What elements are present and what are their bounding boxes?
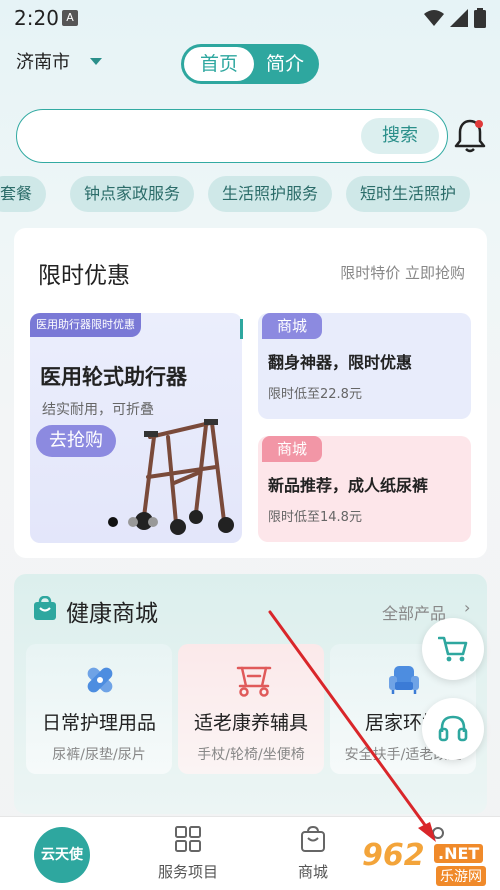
promo-card-price: 限时低至22.8元 — [268, 387, 362, 402]
buy-now-button[interactable]: 去抢购 — [36, 425, 116, 457]
chip-package[interactable]: 套餐 — [0, 176, 47, 212]
promo-card-title: 新品推荐，成人纸尿裤 — [268, 476, 429, 495]
service-chips: 套餐 钟点家政服务 生活照护服务 短时生活照护 — [0, 176, 500, 212]
tab-services[interactable]: 服务项目 — [150, 825, 226, 882]
city-selector[interactable]: 济南市 — [16, 48, 70, 74]
tab-label: 服务项目 — [157, 863, 218, 881]
bandage-icon — [87, 667, 113, 693]
status-icons — [424, 8, 486, 28]
tab-intro[interactable]: 简介 — [254, 47, 316, 81]
watermark-logo: 962 — [362, 838, 425, 873]
category-title: 适老康养辅具 — [193, 712, 308, 734]
search-input[interactable]: 搜索 — [16, 109, 448, 163]
wifi-icon — [424, 10, 444, 26]
banner-tag: 医用助行器限时优惠 — [30, 313, 141, 337]
watermark-net: .NET — [434, 844, 484, 863]
cart-button[interactable] — [422, 618, 484, 680]
watermark-text: 乐游网 — [436, 866, 486, 886]
signal-icon — [450, 9, 468, 27]
carousel-dot[interactable] — [128, 517, 138, 527]
watermark-962: 962 .NET 乐游网 — [362, 838, 494, 886]
carousel-dots — [108, 517, 158, 527]
carousel-dot[interactable] — [148, 517, 158, 527]
cart-icon — [438, 636, 468, 662]
category-subtitle: 尿裤/尿垫/尿片 — [52, 747, 146, 763]
bell-icon[interactable] — [454, 118, 486, 158]
tab-home[interactable]: 首页 — [184, 47, 254, 81]
health-mall-section: 健康商城 全部产品 › 日常护理用品 尿裤/尿垫/尿片 适老康养辅具 手杖/轮椅… — [14, 574, 487, 814]
notification-icon: A — [62, 10, 78, 26]
category-daily-care[interactable]: 日常护理用品 尿裤/尿垫/尿片 — [26, 644, 172, 774]
tab-label: 商城 — [297, 863, 328, 881]
mall-tag: 商城 — [262, 436, 322, 462]
search-button[interactable]: 搜索 — [361, 118, 439, 154]
promo-banner[interactable]: 医用助行器限时优惠 医用轮式助行器 结实耐用，可折叠 去抢购 — [30, 313, 242, 543]
chevron-right-icon[interactable]: › — [464, 598, 470, 617]
promo-card-title: 翻身神器，限时优惠 — [268, 353, 413, 372]
category-elderly-aids[interactable]: 适老康养辅具 手杖/轮椅/坐便椅 — [178, 644, 324, 774]
category-subtitle: 手杖/轮椅/坐便椅 — [197, 747, 305, 763]
grid-icon — [175, 826, 201, 852]
status-time: 2:20 — [14, 6, 59, 30]
tab-mall[interactable]: 商城 — [288, 825, 338, 882]
status-bar: 2:20 A — [0, 0, 500, 36]
chip-hourly-housekeeping[interactable]: 钟点家政服务 — [70, 176, 195, 212]
headset-icon — [438, 715, 468, 742]
promo-card-diapers[interactable]: 商城 新品推荐，成人纸尿裤 限时低至14.8元 — [258, 436, 471, 542]
promo-more-link[interactable]: 限时特价 立即抢购 — [340, 262, 465, 283]
health-mall-title: 健康商城 — [66, 601, 158, 627]
battery-icon — [474, 8, 486, 28]
chip-short-care[interactable]: 短时生活照护 — [346, 176, 471, 212]
mall-tag: 商城 — [262, 313, 322, 339]
walker-icon — [236, 666, 272, 697]
tab-cloud-angel[interactable]: 云天使 — [34, 827, 90, 883]
category-title: 日常护理用品 — [41, 712, 156, 734]
carousel-dot[interactable] — [108, 517, 118, 527]
promo-card-turning-aid[interactable]: 商城 翻身神器，限时优惠 限时低至22.8元 — [258, 313, 471, 419]
customer-service-button[interactable] — [422, 698, 484, 760]
shopping-bag-icon — [34, 596, 56, 620]
next-banner-edge — [240, 319, 243, 339]
home-intro-toggle: 首页 简介 — [181, 44, 319, 84]
all-products-link[interactable]: 全部产品 — [382, 600, 446, 624]
chevron-down-icon[interactable] — [90, 58, 102, 65]
promo-title: 限时优惠 — [38, 263, 130, 289]
armchair-icon — [389, 666, 419, 694]
chip-life-care[interactable]: 生活照护服务 — [208, 176, 333, 212]
limited-offer-section: 限时优惠 限时特价 立即抢购 医用助行器限时优惠 医用轮式助行器 结实耐用，可折… — [14, 228, 487, 558]
promo-card-price: 限时低至14.8元 — [268, 510, 362, 525]
shopping-bag-icon — [301, 825, 325, 852]
banner-title: 医用轮式助行器 — [40, 365, 187, 389]
